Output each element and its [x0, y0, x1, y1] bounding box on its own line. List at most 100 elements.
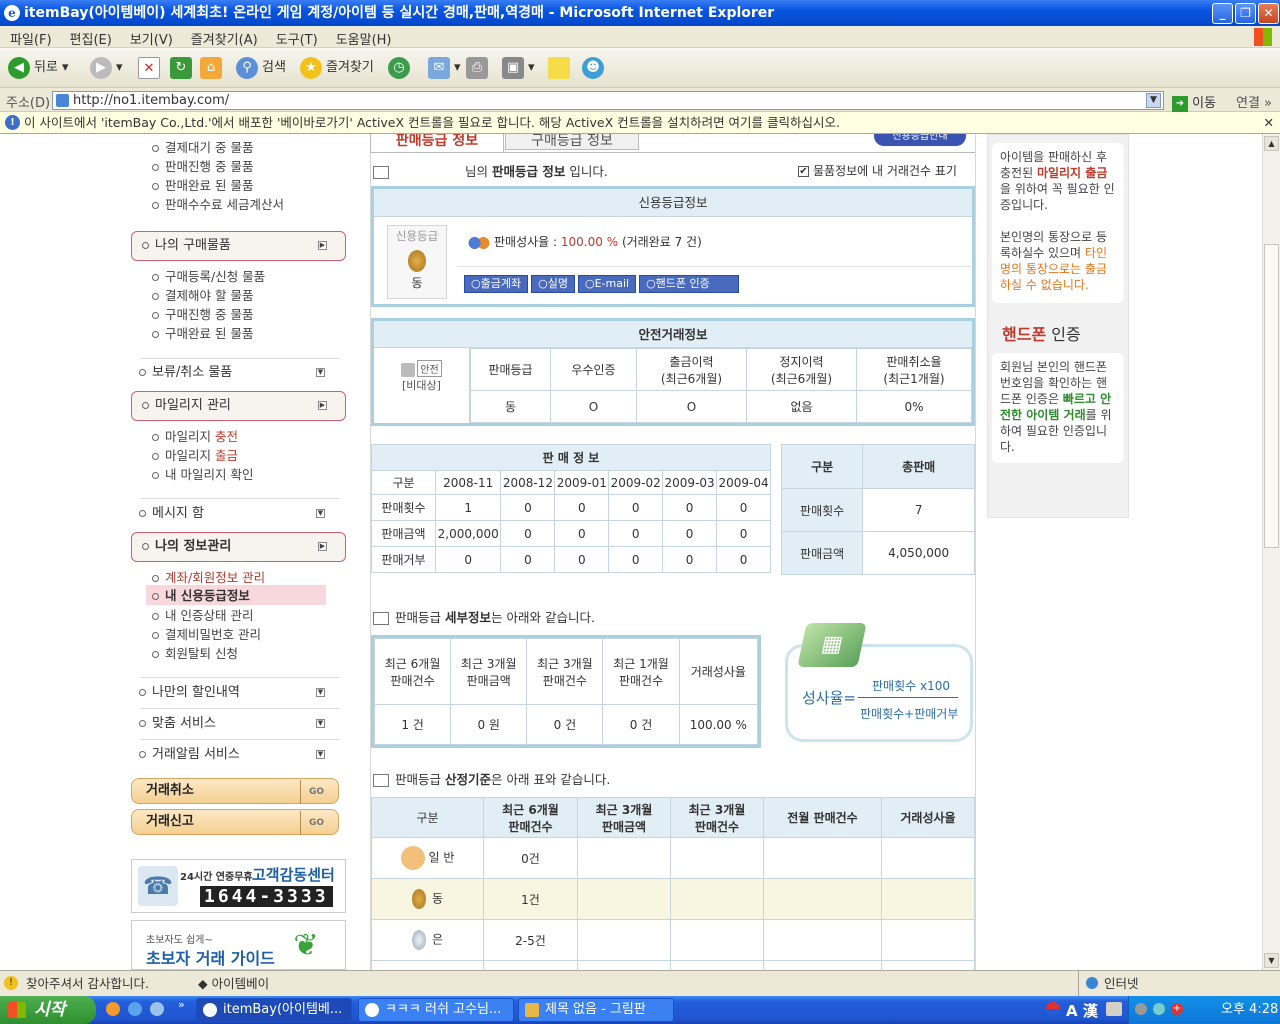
ime-indicator[interactable]: A 漢 [1066, 1000, 1098, 1021]
tray-icon[interactable] [1153, 1003, 1165, 1015]
shield-icon: ! [5, 115, 20, 130]
account-notice: 아이템을 판매하신 후 충전된 마일리지 출금을 위하여 꼭 필요한 인증입니다… [992, 143, 1124, 303]
refresh-button[interactable]: ↻ [170, 56, 196, 80]
forward-button[interactable]: ▶ ▾ [90, 56, 123, 80]
nav-item[interactable]: 결제해야 할 물품 [152, 285, 253, 304]
beginner-guide-banner[interactable]: 초보자도 쉽게~ 초보자 거래 가이드 ❦ [131, 920, 346, 970]
table-row: 판매금액 4,050,000 [780, 531, 975, 575]
language-icon[interactable] [1046, 1002, 1060, 1016]
menu-favorites[interactable]: 즐겨찾기(A) [181, 26, 266, 48]
nav-custom-service[interactable]: 맞춤 서비스 ▼ [139, 713, 339, 735]
tab-buy-grade[interactable]: 구매등급 정보 [505, 134, 639, 150]
nav-discount[interactable]: 나만의 할인내역 ▼ [139, 682, 339, 704]
ie-icon: e [4, 5, 20, 21]
scroll-up-icon[interactable]: ▲ [1264, 136, 1279, 151]
nav-alarm-service[interactable]: 거래알림 서비스 ▼ [139, 744, 339, 766]
home-button[interactable]: ⌂ [200, 56, 226, 80]
edit-button[interactable]: ▣ ▾ [502, 56, 535, 80]
tab-sell-grade[interactable]: 판매등급 정보 [370, 134, 504, 152]
refresh-icon: ↻ [170, 56, 192, 79]
scroll-down-icon[interactable]: ▼ [1264, 953, 1279, 968]
vertical-scrollbar[interactable]: ▲ ▼ [1262, 134, 1280, 970]
nav-item[interactable]: 내 인증상태 관리 [152, 605, 253, 624]
print-button[interactable]: ⎙ [466, 56, 492, 80]
infobar-close-icon[interactable]: ✕ [1264, 112, 1274, 133]
close-button[interactable]: ✕ [1258, 3, 1279, 24]
table-row: 1 건0 원0 건0 건 100.00 % [373, 704, 759, 745]
menu-edit[interactable]: 편집(E) [60, 26, 120, 48]
stop-icon: ✕ [138, 56, 160, 79]
nav-item[interactable]: 결제비밀번호 관리 [152, 624, 261, 643]
security-shield-icon[interactable]: + [1171, 1003, 1183, 1015]
trade-cancel-button[interactable]: 거래취소 GO [131, 778, 339, 804]
search-button[interactable]: ⚲ 검색 [236, 56, 286, 80]
ie-quicklaunch-icon[interactable] [128, 1002, 142, 1016]
menu-view[interactable]: 보기(V) [120, 26, 181, 48]
nav-item[interactable]: 구매등록/신청 물품 [152, 266, 265, 285]
menu-help[interactable]: 도움말(H) [326, 26, 400, 48]
real-name-button[interactable]: ○실명 [531, 275, 575, 293]
trade-report-button[interactable]: 거래신고 GO [131, 809, 339, 835]
nav-item-credit-info-active[interactable]: 내 신용등급정보 [146, 585, 326, 605]
nav-message-box[interactable]: 메시지 함 ▼ [139, 503, 339, 525]
criteria-table: 구분 최근 6개월 판매건수 최근 3개월 판매금액 최근 3개월 판매건수 전월 판매… [371, 797, 975, 970]
nav-item-mileage-withdraw[interactable]: 마일리지 출금 [152, 445, 238, 464]
clock[interactable]: 오후 4:28 [1221, 996, 1278, 1024]
window-titlebar[interactable]: e itemBay(아이템베이) 세계최초! 온라인 게임 계정/아이템 등 실… [0, 0, 1280, 26]
url-input[interactable]: http://no1.itembay.com/ ▼ [52, 91, 1164, 110]
email-button[interactable]: ○E-mail [577, 275, 637, 293]
credit-guide-button[interactable]: 신용등급안내 [874, 134, 966, 146]
detail-box: 최근 6개월 판매건수 최근 3개월 판매금액 최근 3개월 판매건수 최근 1개월 … [371, 635, 761, 748]
show-trade-count-checkbox[interactable]: ✔ 물품정보에 내 거래건수 표기 [798, 162, 957, 179]
messenger-button[interactable]: ☻ [582, 56, 608, 80]
customer-center-banner[interactable]: ☎ 24시간 연중무휴 고객감동센터 1644-3333 [131, 859, 346, 913]
menu-tools[interactable]: 도구(T) [266, 26, 326, 48]
stop-button[interactable]: ✕ [138, 56, 164, 80]
nav-hold-cancel[interactable]: 보류/취소 물품 ▼ [139, 362, 339, 384]
links-button[interactable]: 연결 » [1236, 92, 1272, 111]
scroll-thumb[interactable] [1264, 244, 1279, 548]
task-paint[interactable]: 제목 없음 - 그림판 [518, 998, 674, 1022]
nav-item-mileage-check[interactable]: 내 마일리지 확인 [152, 464, 253, 483]
nav-header-mileage[interactable]: 마일리지 관리 ▶ [131, 391, 346, 421]
nav-item[interactable]: 구매진행 중 물품 [152, 304, 253, 323]
activex-infobar[interactable]: ! 이 사이트에서 'itemBay Co.,Ltd.'에서 배포한 '베이바로… [0, 112, 1280, 134]
task-itembay[interactable]: itemBay(아이템베... [196, 998, 352, 1022]
mail-button[interactable]: ✉ ▾ [428, 56, 461, 80]
nav-header-my-purchases[interactable]: 나의 구매물품 ▶ [131, 231, 346, 261]
nav-item[interactable]: 회원탈퇴 신청 [152, 643, 238, 662]
favorites-button[interactable]: ★ 즐겨찾기 [300, 56, 374, 80]
url-dropdown-icon[interactable]: ▼ [1146, 93, 1161, 108]
quicklaunch-more-icon[interactable]: » [178, 998, 185, 1011]
maximize-button[interactable]: ❐ [1235, 3, 1256, 24]
nav-item[interactable]: 판매완료 된 물품 [152, 175, 253, 194]
phone-verify-button[interactable]: ○핸드폰 인증 [639, 275, 740, 293]
desktop-icon[interactable] [150, 1002, 164, 1016]
dropdown-icon: ▼ [316, 719, 325, 728]
nav-item[interactable]: 결제대기 중 물품 [152, 137, 253, 156]
keyboard-icon[interactable] [1106, 1002, 1122, 1016]
nav-item-account-info[interactable]: 계좌/회원정보 관리 [152, 567, 265, 586]
nav-item[interactable]: 구매완료 된 물품 [152, 323, 253, 342]
history-button[interactable]: ◷ [388, 56, 414, 80]
start-button[interactable]: 시작 [0, 996, 96, 1024]
go-button[interactable]: ➜ 이동 [1172, 92, 1216, 112]
withdraw-account-button[interactable]: ○출금계좌 [464, 275, 529, 293]
formula-box: ▦ 성사율= 판매횟수 x100 판매횟수+판매거부 [785, 623, 973, 742]
windows-logo-icon [1254, 28, 1272, 46]
table-row: 은 2-5건 [371, 919, 975, 961]
safe-trade-icon [401, 363, 416, 377]
discuss-button[interactable] [548, 56, 574, 80]
nav-header-my-info[interactable]: 나의 정보관리 ▶ [131, 532, 346, 562]
nav-item[interactable]: 판매수수료 세금계산서 [152, 194, 284, 213]
task-window-2[interactable]: ㅋㅋㅋ 러쉬 고수님... [358, 998, 514, 1022]
tray-icon[interactable] [1135, 1003, 1147, 1015]
minimize-button[interactable]: _ [1212, 3, 1233, 24]
back-button[interactable]: ◀ 뒤로 ▾ [8, 56, 69, 80]
menu-file[interactable]: 파일(F) [0, 26, 60, 48]
nav-item-mileage-charge[interactable]: 마일리지 충전 [152, 426, 238, 445]
firefox-icon[interactable] [106, 1002, 120, 1016]
nav-item[interactable]: 판매진행 중 물품 [152, 156, 253, 175]
table-row: 일 반 0건 [371, 837, 975, 879]
paint-icon [525, 1003, 539, 1017]
